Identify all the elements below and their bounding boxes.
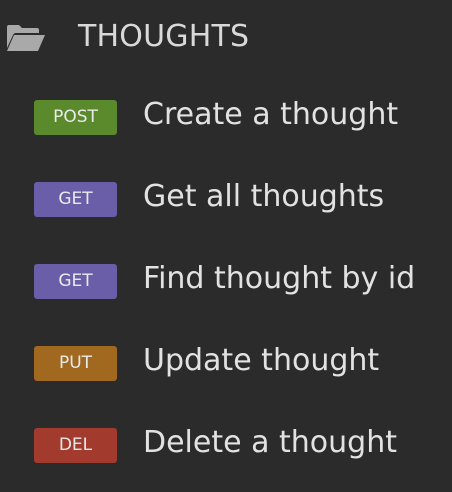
method-badge-put: PUT [34,346,117,381]
request-item[interactable]: POST Create a thought [0,80,452,162]
request-label: Update thought [143,343,380,378]
request-collection-panel: THOUGHTS POST Create a thought GET Get a… [0,0,452,492]
folder-thoughts[interactable]: THOUGHTS [0,0,452,76]
request-label: Delete a thought [143,425,397,460]
method-badge-post: POST [34,100,117,135]
request-item[interactable]: GET Find thought by id [0,244,452,326]
request-item[interactable]: PUT Update thought [0,326,452,408]
folder-label: THOUGHTS [78,19,250,54]
request-item[interactable]: DEL Delete a thought [0,408,452,490]
folder-open-icon [7,25,45,51]
method-badge-get: GET [34,182,117,217]
request-item[interactable]: GET Get all thoughts [0,162,452,244]
method-badge-get: GET [34,264,117,299]
request-label: Find thought by id [143,261,416,296]
request-label: Create a thought [143,97,399,132]
method-badge-del: DEL [34,428,117,463]
request-label: Get all thoughts [143,179,385,214]
